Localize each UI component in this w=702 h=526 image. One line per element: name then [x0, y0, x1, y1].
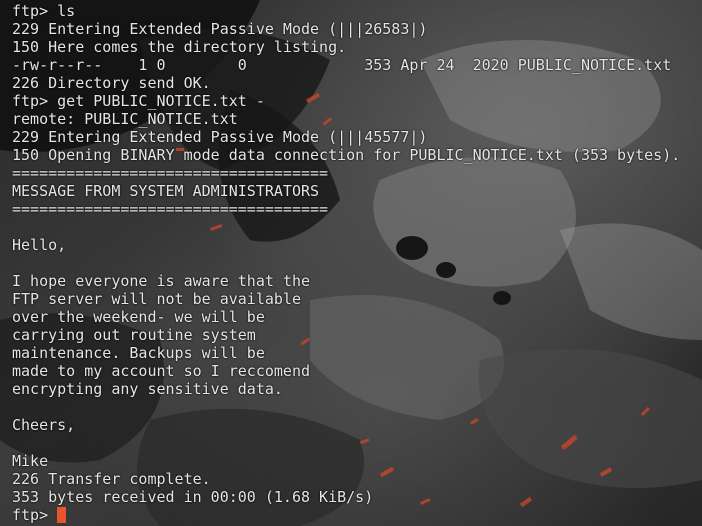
terminal-line: ftp> get PUBLIC_NOTICE.txt - [12, 92, 265, 110]
terminal-input-line[interactable]: ftp> [12, 506, 702, 524]
terminal-line: 229 Entering Extended Passive Mode (|||2… [12, 20, 428, 38]
terminal-line: carrying out routine system [12, 326, 256, 344]
terminal-line: I hope everyone is aware that the [12, 272, 311, 290]
terminal-line: maintenance. Backups will be [12, 344, 265, 362]
terminal-line: 353 bytes received in 00:00 (1.68 KiB/s) [12, 488, 374, 506]
text-cursor [57, 507, 67, 523]
terminal-line: MESSAGE FROM SYSTEM ADMINISTRATORS [12, 182, 320, 200]
terminal-line: made to my account so I reccomend [12, 362, 311, 380]
terminal-line: 229 Entering Extended Passive Mode (|||4… [12, 128, 428, 146]
terminal-line: over the weekend- we will be [12, 308, 265, 326]
terminal-line: 226 Directory send OK. [12, 74, 211, 92]
terminal-line: FTP server will not be available [12, 290, 301, 308]
terminal-line: Cheers, [12, 416, 76, 434]
terminal-line: 150 Opening BINARY mode data connection … [12, 146, 681, 164]
terminal-line: ftp> ls [12, 2, 76, 20]
terminal-line: remote: PUBLIC_NOTICE.txt [12, 110, 238, 128]
terminal-line: Mike [12, 452, 49, 470]
terminal-line: 150 Here comes the directory listing. [12, 38, 347, 56]
terminal-window[interactable]: ftp> ls 229 Entering Extended Passive Mo… [0, 0, 702, 526]
terminal-line: Hello, [12, 236, 67, 254]
terminal-line: encrypting any sensitive data. [12, 380, 283, 398]
terminal-line: =================================== [12, 200, 329, 218]
terminal-line: =================================== [12, 164, 329, 182]
terminal-line: 226 Transfer complete. [12, 470, 211, 488]
prompt-label: ftp> [12, 506, 58, 524]
terminal-line: -rw-r--r-- 1 0 0 353 Apr 24 2020 PUBLIC_… [12, 56, 672, 74]
